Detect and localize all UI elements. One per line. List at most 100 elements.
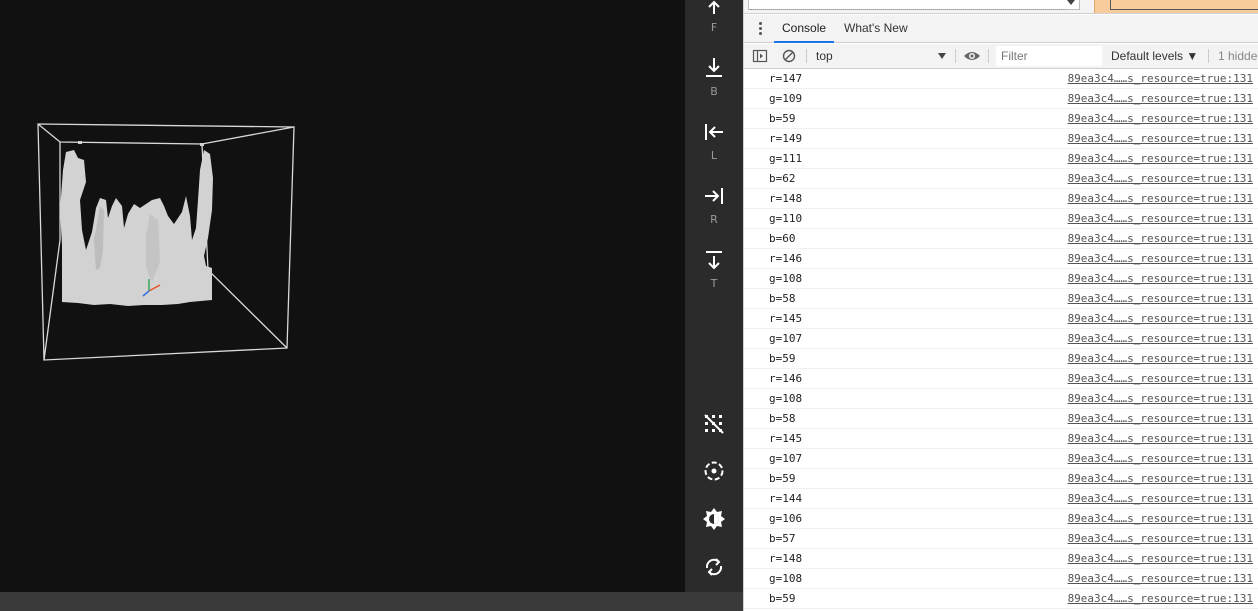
console-message-source-link[interactable]: 89ea3c4……s_resource=true:131	[1068, 349, 1253, 368]
console-message-source-link[interactable]: 89ea3c4……s_resource=true:131	[1068, 389, 1253, 408]
console-message-source-link[interactable]: 89ea3c4……s_resource=true:131	[1068, 329, 1253, 348]
clear-console-icon	[782, 49, 796, 63]
point-cloud	[60, 141, 213, 306]
view-right-label: R	[710, 213, 718, 226]
console-message: g=108 89ea3c4……s_resource=true:131	[744, 569, 1258, 589]
console-message: b=62 89ea3c4……s_resource=true:131	[744, 169, 1258, 189]
console-message-text: r=145	[769, 432, 803, 445]
3d-viewport[interactable]	[0, 0, 685, 592]
console-message: r=145 89ea3c4……s_resource=true:131	[744, 309, 1258, 329]
console-message-text: b=59	[769, 112, 796, 125]
console-message-text: g=108	[769, 572, 803, 585]
console-message-source-link[interactable]: 89ea3c4……s_resource=true:131	[1068, 529, 1253, 548]
caret-down-icon: ▼	[1186, 49, 1199, 63]
console-message-source-link[interactable]: 89ea3c4……s_resource=true:131	[1068, 249, 1253, 268]
context-select[interactable]: top	[814, 46, 948, 66]
view-back-button[interactable]: B	[685, 56, 743, 98]
console-message-source-link[interactable]: 89ea3c4……s_resource=true:131	[1068, 309, 1253, 328]
toolbar-divider	[988, 49, 989, 63]
console-message-source-link[interactable]: 89ea3c4……s_resource=true:131	[1068, 549, 1253, 568]
console-message-source-link[interactable]: 89ea3c4……s_resource=true:131	[1068, 169, 1253, 188]
console-message-text: r=146	[769, 372, 803, 385]
console-message-source-link[interactable]: 89ea3c4……s_resource=true:131	[1068, 109, 1253, 128]
console-message: r=148 89ea3c4……s_resource=true:131	[744, 189, 1258, 209]
console-message: g=109 89ea3c4……s_resource=true:131	[744, 89, 1258, 109]
brightness-icon	[703, 508, 725, 530]
console-message: r=149 89ea3c4……s_resource=true:131	[744, 129, 1258, 149]
console-log: r=147 89ea3c4……s_resource=true:131 g=109 89…	[744, 69, 1258, 609]
console-message-source-link[interactable]: 89ea3c4……s_resource=true:131	[1068, 209, 1253, 228]
view-right-button[interactable]: R	[685, 184, 743, 226]
context-select-value: top	[816, 49, 833, 63]
console-message-source-link[interactable]: 89ea3c4……s_resource=true:131	[1068, 569, 1253, 588]
console-message-text: b=59	[769, 352, 796, 365]
console-message-source-link[interactable]: 89ea3c4……s_resource=true:131	[1068, 149, 1253, 168]
console-message-source-link[interactable]: 89ea3c4……s_resource=true:131	[1068, 289, 1253, 308]
console-message: r=144 89ea3c4……s_resource=true:131	[744, 489, 1258, 509]
console-message-text: b=62	[769, 172, 796, 185]
console-message-source-link[interactable]: 89ea3c4……s_resource=true:131	[1068, 69, 1253, 88]
focus-target-icon	[704, 461, 724, 481]
console-message-source-link[interactable]: 89ea3c4……s_resource=true:131	[1068, 129, 1253, 148]
console-message: g=107 89ea3c4……s_resource=true:131	[744, 329, 1258, 349]
console-message-source-link[interactable]: 89ea3c4……s_resource=true:131	[1068, 229, 1253, 248]
view-front-button[interactable]: F	[685, 0, 743, 34]
console-message-source-link[interactable]: 89ea3c4……s_resource=true:131	[1068, 189, 1253, 208]
reset-rotate-button[interactable]	[702, 555, 726, 579]
console-message: g=108 89ea3c4……s_resource=true:131	[744, 389, 1258, 409]
console-message-source-link[interactable]: 89ea3c4……s_resource=true:131	[1068, 369, 1253, 388]
grid-toggle-icon	[704, 414, 724, 434]
view-back-label: B	[710, 85, 718, 98]
console-message-source-link[interactable]: 89ea3c4……s_resource=true:131	[1068, 489, 1253, 508]
focus-target-button[interactable]	[702, 459, 726, 483]
console-message-text: b=58	[769, 412, 796, 425]
brightness-button[interactable]	[702, 507, 726, 531]
eye-icon	[964, 52, 980, 60]
console-message-source-link[interactable]: 89ea3c4……s_resource=true:131	[1068, 589, 1253, 608]
arrow-right-bar-icon	[705, 188, 723, 204]
console-message-text: g=110	[769, 212, 803, 225]
more-tabs-icon[interactable]	[754, 21, 766, 37]
highlighted-element-box	[1094, 0, 1258, 13]
console-message-source-link[interactable]: 89ea3c4……s_resource=true:131	[1068, 89, 1253, 108]
console-message-text: r=149	[769, 132, 803, 145]
console-message-source-link[interactable]: 89ea3c4……s_resource=true:131	[1068, 409, 1253, 428]
console-message-source-link[interactable]: 89ea3c4……s_resource=true:131	[1068, 509, 1253, 528]
console-message: b=60 89ea3c4……s_resource=true:131	[744, 229, 1258, 249]
toolbar-divider	[806, 49, 807, 63]
console-message-text: r=146	[769, 252, 803, 265]
console-message-source-link[interactable]: 89ea3c4……s_resource=true:131	[1068, 449, 1253, 468]
view-left-button[interactable]: L	[685, 120, 743, 162]
console-message-source-link[interactable]: 89ea3c4……s_resource=true:131	[1068, 269, 1253, 288]
console-message: g=107 89ea3c4……s_resource=true:131	[744, 449, 1258, 469]
view-top-label: T	[710, 277, 718, 290]
console-message-source-link[interactable]: 89ea3c4……s_resource=true:131	[1068, 429, 1253, 448]
console-message: r=147 89ea3c4……s_resource=true:131	[744, 69, 1258, 89]
console-message: r=146 89ea3c4……s_resource=true:131	[744, 249, 1258, 269]
console-message-text: r=147	[769, 72, 803, 85]
console-message: b=59 89ea3c4……s_resource=true:131	[744, 469, 1258, 489]
toggle-sidebar-button[interactable]	[752, 44, 768, 68]
reset-rotate-icon	[705, 558, 723, 576]
viewport-status-strip	[0, 592, 743, 611]
console-message: b=59 89ea3c4……s_resource=true:131	[744, 349, 1258, 369]
console-message: g=110 89ea3c4……s_resource=true:131	[744, 209, 1258, 229]
console-message-text: b=59	[769, 592, 796, 605]
console-message: r=146 89ea3c4……s_resource=true:131	[744, 369, 1258, 389]
console-message-text: r=148	[769, 192, 803, 205]
console-message: g=106 89ea3c4……s_resource=true:131	[744, 509, 1258, 529]
console-message-text: g=107	[769, 332, 803, 345]
devtools-panel: Console What's New top Filter Default le…	[743, 0, 1258, 611]
console-message: b=58 89ea3c4……s_resource=true:131	[744, 409, 1258, 429]
hidden-messages-count: 1 hidden	[1218, 49, 1258, 63]
log-levels-dropdown[interactable]: Default levels ▼	[1111, 44, 1198, 68]
clear-console-button[interactable]	[782, 44, 796, 68]
tab-console[interactable]: Console	[774, 15, 835, 43]
view-top-button[interactable]: T	[685, 248, 743, 290]
tab-whats-new[interactable]: What's New	[836, 15, 916, 43]
console-message-source-link[interactable]: 89ea3c4……s_resource=true:131	[1068, 469, 1253, 488]
console-message: b=59 89ea3c4……s_resource=true:131	[744, 109, 1258, 129]
live-expression-button[interactable]	[963, 44, 981, 68]
grid-toggle-button[interactable]	[702, 412, 726, 436]
filter-input[interactable]	[996, 46, 1102, 66]
